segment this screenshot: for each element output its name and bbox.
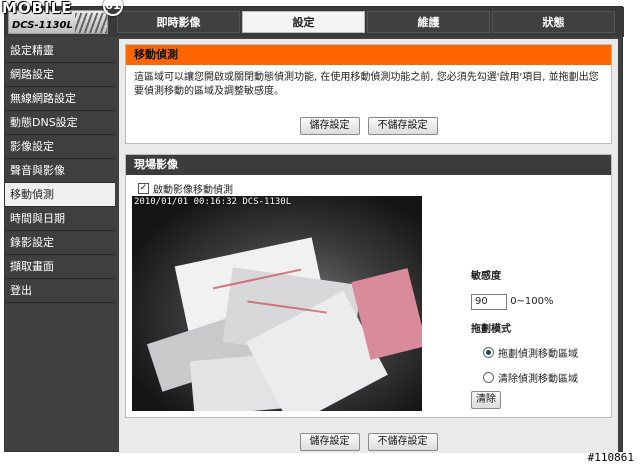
footer-buttons: 儲存設定 不儲存設定 (119, 433, 618, 451)
main-tabs: 即時影像 設定 維護 狀態 (117, 11, 617, 33)
live-video-view[interactable]: 2010/01/01 00:16:32 DCS-1130L (132, 196, 422, 411)
model-stripes (75, 13, 107, 33)
tab-setup[interactable]: 設定 (242, 11, 365, 33)
live-video-panel: 現場影像 ✓ 啟動影像移動偵測 2010/01/01 00:16:32 DCS-… (125, 154, 612, 418)
motion-detection-title: 移動偵測 (126, 45, 611, 65)
drag-option-clear[interactable]: 清除偵測移動區域 (483, 370, 611, 385)
radio-clear-area[interactable] (483, 372, 494, 383)
sensitivity-label: 敏感度 (471, 271, 501, 282)
tab-live-video[interactable]: 即時影像 (117, 11, 240, 33)
sidebar-item-wireless[interactable]: 無線網路設定 (5, 87, 115, 111)
sidebar-item-network[interactable]: 網路設定 (5, 63, 115, 87)
motion-detection-description: 這區域可以讓您開啟或關閉動態偵測功能, 在使用移動偵測功能之前, 您必須先勾選'… (134, 72, 599, 97)
sensitivity-range: 0~100% (510, 296, 554, 307)
app-frame: DCS-1130L 即時影像 設定 維護 狀態 設定精靈 網路設定 無線網路設定… (4, 6, 624, 453)
main-content: 移動偵測 這區域可以讓您開啟或關閉動態偵測功能, 在使用移動偵測功能之前, 您必… (119, 39, 618, 453)
model-name: DCS-1130L (12, 20, 73, 31)
motion-detection-buttons: 儲存設定 不儲存設定 (126, 117, 611, 135)
drag-option-draw[interactable]: 拖劃偵測移動區域 (483, 345, 611, 360)
save-button[interactable]: 儲存設定 (299, 117, 360, 135)
sensitivity-controls: 敏感度 90 0~100% 拖劃模式 拖劃偵測移動區域 清除偵測移動區域 清除 (471, 267, 611, 409)
tab-maintenance[interactable]: 維護 (367, 11, 490, 33)
watermark-logo: MOBILE (2, 0, 73, 17)
live-video-title: 現場影像 (126, 155, 611, 175)
clear-button[interactable]: 清除 (471, 391, 501, 409)
enable-motion-row: ✓ 啟動影像移動偵測 (138, 181, 233, 196)
radio-draw-area[interactable] (483, 347, 494, 358)
motion-detection-panel: 移動偵測 這區域可以讓您開啟或關閉動態偵測功能, 在使用移動偵測功能之前, 您必… (125, 44, 612, 144)
drag-option-clear-label: 清除偵測移動區域 (498, 374, 578, 385)
tab-status[interactable]: 狀態 (492, 11, 615, 33)
enable-motion-checkbox[interactable]: ✓ (138, 183, 149, 194)
sidebar-item-motion-detection[interactable]: 移動偵測 (5, 183, 115, 207)
drag-option-draw-label: 拖劃偵測移動區域 (498, 349, 578, 360)
video-timestamp: 2010/01/01 00:16:32 DCS-1130L (134, 197, 292, 207)
enable-motion-label: 啟動影像移動偵測 (153, 185, 233, 196)
sidebar-item-time-date[interactable]: 時間與日期 (5, 207, 115, 231)
footer-cancel-button[interactable]: 不儲存設定 (367, 433, 438, 451)
footer-save-button[interactable]: 儲存設定 (299, 433, 360, 451)
watermark-id: #110861 (587, 451, 634, 464)
sidebar-item-logout[interactable]: 登出 (5, 279, 115, 303)
header-bar: DCS-1130L 即時影像 設定 維護 狀態 (5, 7, 624, 37)
sidebar-item-image[interactable]: 影像設定 (5, 135, 115, 159)
sidebar-item-ddns[interactable]: 動態DNS設定 (5, 111, 115, 135)
sensitivity-input[interactable]: 90 (471, 294, 507, 310)
sidebar-item-wizard[interactable]: 設定精靈 (5, 39, 115, 63)
sidebar: 設定精靈 網路設定 無線網路設定 動態DNS設定 影像設定 聲音與影像 移動偵測… (5, 39, 115, 303)
cancel-button[interactable]: 不儲存設定 (367, 117, 438, 135)
sidebar-item-recording[interactable]: 錄影設定 (5, 231, 115, 255)
sidebar-item-snapshot[interactable]: 擷取畫面 (5, 255, 115, 279)
drag-mode-label: 拖劃模式 (471, 324, 511, 335)
sidebar-item-audio-video[interactable]: 聲音與影像 (5, 159, 115, 183)
